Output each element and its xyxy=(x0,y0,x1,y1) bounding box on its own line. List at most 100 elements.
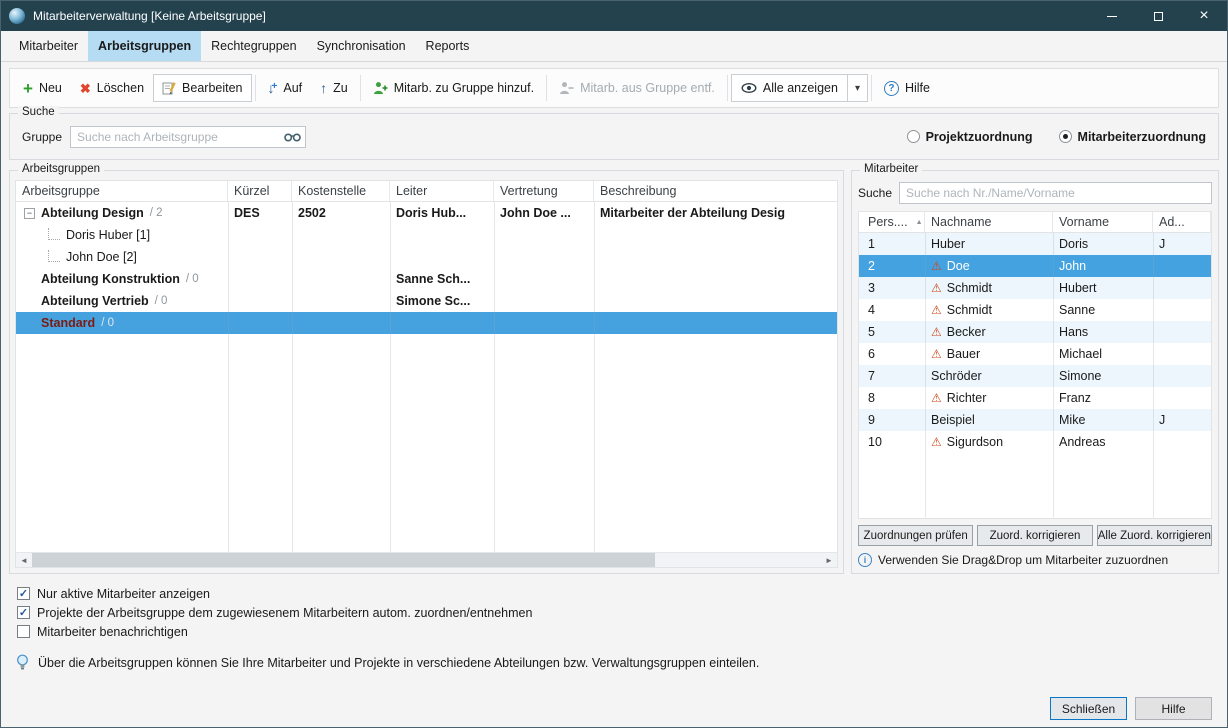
close-window-button[interactable]: × xyxy=(1181,1,1227,31)
employee-lastname: Huber xyxy=(931,237,965,251)
app-icon xyxy=(9,8,25,24)
column-header[interactable]: Leiter xyxy=(390,181,494,201)
tab-reports[interactable]: Reports xyxy=(416,31,480,61)
employee-lastname-cell: ⚠Becker xyxy=(925,325,1053,339)
toolbar-separator xyxy=(255,75,256,101)
employee-row[interactable]: 3⚠SchmidtHubert xyxy=(859,277,1211,299)
radio-projektzuordnung[interactable]: Projektzuordnung xyxy=(907,130,1033,144)
maximize-button[interactable] xyxy=(1135,1,1181,31)
employee-lastname-cell: ⚠Schmidt xyxy=(925,281,1053,295)
employee-firstname: Hans xyxy=(1053,325,1153,339)
search-groupbox: Suche Gruppe ProjektzuordnungMitarbeiter… xyxy=(9,113,1219,160)
member-name: John Doe [2] xyxy=(66,250,137,264)
toolbar-separator xyxy=(871,75,872,101)
employee-row[interactable]: 1HuberDorisJ xyxy=(859,233,1211,255)
employee-row[interactable]: 7SchröderSimone xyxy=(859,365,1211,387)
tab-synchronisation[interactable]: Synchronisation xyxy=(307,31,416,61)
column-header[interactable]: Ad... xyxy=(1153,212,1211,232)
column-header[interactable]: Kostenstelle xyxy=(292,181,390,201)
scrollbar-thumb[interactable] xyxy=(32,553,655,567)
member-count: / 0 xyxy=(186,273,199,285)
workgroup-row[interactable]: Abteilung Vertrieb/ 0Simone Sc... xyxy=(16,290,837,312)
minimize-icon xyxy=(1107,16,1117,17)
checkbox[interactable] xyxy=(17,625,30,638)
close-dialog-button[interactable]: Schließen xyxy=(1050,697,1127,720)
employee-row[interactable]: 4⚠SchmidtSanne xyxy=(859,299,1211,321)
options: Nur aktive Mitarbeiter anzeigenProjekte … xyxy=(17,584,1227,641)
workgroup-cell-leiter: Simone Sc... xyxy=(390,294,494,308)
workgroup-row[interactable]: Standard/ 0 xyxy=(16,312,837,334)
workgroup-cell-beschreibung: Mitarbeiter der Abteilung Desig xyxy=(594,206,837,220)
employee-row[interactable]: 10⚠SigurdsonAndreas xyxy=(859,431,1211,453)
option-label: Projekte der Arbeitsgruppe dem zugewiese… xyxy=(37,606,532,620)
employee-lastname: Becker xyxy=(947,325,986,339)
employee-row[interactable]: 9BeispielMikeJ xyxy=(859,409,1211,431)
help-button[interactable]: Hilfe xyxy=(875,73,939,103)
fix-all-assignments-button[interactable]: Alle Zuord. korrigieren xyxy=(1097,525,1212,546)
workgroup-row[interactable]: −Abteilung Design/ 2DES2502Doris Hub...J… xyxy=(16,202,837,224)
remove-member-from-group-button: Mitarb. aus Gruppe entf. xyxy=(550,73,724,103)
workgroup-member-row[interactable]: John Doe [2] xyxy=(16,246,837,268)
employee-row[interactable]: 8⚠RichterFranz xyxy=(859,387,1211,409)
workgroup-member-row[interactable]: Doris Huber [1] xyxy=(16,224,837,246)
collapse-button-label: Zu xyxy=(333,81,348,95)
tab-arbeitsgruppen[interactable]: Arbeitsgruppen xyxy=(88,31,201,61)
delete-button[interactable]: ✖ Löschen xyxy=(71,73,153,103)
tab-mitarbeiter[interactable]: Mitarbeiter xyxy=(9,31,88,61)
employee-table-body: 1HuberDorisJ2⚠DoeJohn3⚠SchmidtHubert4⚠Sc… xyxy=(859,233,1211,453)
fix-assignment-button[interactable]: Zuord. korrigieren xyxy=(977,525,1092,546)
radio-icon xyxy=(1059,130,1072,143)
column-header[interactable]: Vorname xyxy=(1053,212,1153,232)
group-search-inputwrap xyxy=(70,126,306,148)
column-header[interactable]: Beschreibung xyxy=(594,181,838,201)
employee-row[interactable]: 6⚠BauerMichael xyxy=(859,343,1211,365)
employee-lastname-cell: ⚠Sigurdson xyxy=(925,435,1053,449)
dragdrop-hint: Verwenden Sie Drag&Drop um Mitarbeiter z… xyxy=(858,553,1212,567)
employee-search-input[interactable] xyxy=(899,182,1212,204)
warning-icon: ⚠ xyxy=(931,282,942,294)
edit-button[interactable]: Bearbeiten xyxy=(153,74,251,102)
workgroup-cell-vertretung: John Doe ... xyxy=(494,206,594,220)
scrollbar-track[interactable] xyxy=(32,553,821,567)
minimize-button[interactable] xyxy=(1089,1,1135,31)
collapse-button[interactable]: ↑ Zu xyxy=(311,73,357,103)
tab-rechtegruppen[interactable]: Rechtegruppen xyxy=(201,31,306,61)
group-search-label: Gruppe xyxy=(22,130,62,144)
workgroup-cell-leiter: Sanne Sch... xyxy=(390,272,494,286)
employee-lastname-cell: Beispiel xyxy=(925,413,1053,427)
scroll-left-icon[interactable]: ◄ xyxy=(16,553,32,567)
expand-button[interactable]: ↓+ Auf xyxy=(259,73,312,103)
column-header[interactable]: Arbeitsgruppe xyxy=(16,181,228,201)
checkbox[interactable] xyxy=(17,606,30,619)
column-header[interactable]: Pers....▲ xyxy=(859,212,925,232)
workgroup-rows-area[interactable]: −Abteilung Design/ 2DES2502Doris Hub...J… xyxy=(16,202,837,552)
window-controls: × xyxy=(1089,1,1227,31)
group-search-input[interactable] xyxy=(70,126,306,148)
expand-button-label: Auf xyxy=(283,81,302,95)
horizontal-scrollbar[interactable]: ◄ ► xyxy=(16,552,837,567)
add-member-to-group-button[interactable]: Mitarb. zu Gruppe hinzuf. xyxy=(364,73,543,103)
title-bar[interactable]: Mitarbeiterverwaltung [Keine Arbeitsgrup… xyxy=(1,1,1227,31)
checkbox[interactable] xyxy=(17,587,30,600)
main-split: Arbeitsgruppen ArbeitsgruppeKürzelKosten… xyxy=(9,170,1219,574)
arrow-up-icon: ↑ xyxy=(320,81,327,95)
check-assignments-button[interactable]: Zuordnungen prüfen xyxy=(858,525,973,546)
show-all-button[interactable]: Alle anzeigen xyxy=(732,75,847,101)
workgroup-row[interactable]: Abteilung Konstruktion/ 0Sanne Sch... xyxy=(16,268,837,290)
column-header-label: Pers.... xyxy=(868,215,908,229)
new-button[interactable]: + Neu xyxy=(14,73,71,103)
column-header[interactable]: Kürzel xyxy=(228,181,292,201)
radio-mitarbeiterzuordnung[interactable]: Mitarbeiterzuordnung xyxy=(1059,130,1206,144)
column-header[interactable]: Vertretung xyxy=(494,181,594,201)
collapse-icon[interactable]: − xyxy=(24,208,35,219)
employee-lastname-cell: Huber xyxy=(925,237,1053,251)
help-dialog-button[interactable]: Hilfe xyxy=(1135,697,1212,720)
employee-row[interactable]: 5⚠BeckerHans xyxy=(859,321,1211,343)
delete-icon: ✖ xyxy=(80,82,91,95)
employee-row[interactable]: 2⚠DoeJohn xyxy=(859,255,1211,277)
column-header[interactable]: Nachname xyxy=(925,212,1053,232)
dropdown-caret-icon[interactable]: ▾ xyxy=(848,75,867,101)
scroll-right-icon[interactable]: ► xyxy=(821,553,837,567)
employee-rows-area[interactable]: 1HuberDorisJ2⚠DoeJohn3⚠SchmidtHubert4⚠Sc… xyxy=(859,233,1211,518)
employee-number: 9 xyxy=(859,413,925,427)
